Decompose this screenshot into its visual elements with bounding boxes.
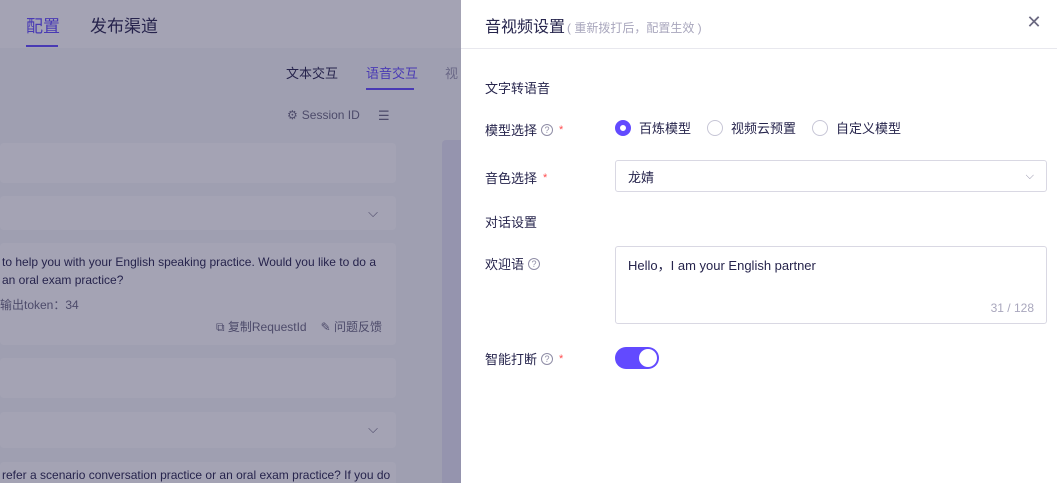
welcome-label: 欢迎语 ? xyxy=(485,254,541,273)
radio-label: 自定义模型 xyxy=(836,121,902,136)
close-icon[interactable]: ✕ xyxy=(1025,13,1043,31)
char-counter: 31 / 128 xyxy=(990,301,1034,315)
voice-select-label-text: 音色选择 xyxy=(485,171,538,186)
drawer-title-text: 音视频设置 xyxy=(485,19,566,36)
required-mark: * xyxy=(559,352,564,365)
voice-select[interactable]: 龙婧 ⌵ xyxy=(615,160,1047,192)
chevron-down-icon: ⌵ xyxy=(1025,169,1034,182)
radio-custom-model[interactable]: 自定义模型 xyxy=(812,118,901,137)
radio-label: 百炼模型 xyxy=(639,121,692,136)
dialog-section-title: 对话设置 xyxy=(485,215,538,230)
radio-video-cloud-preset[interactable]: 视频云预置 xyxy=(707,118,796,137)
help-icon[interactable]: ? xyxy=(541,352,554,365)
radio-checked-icon xyxy=(615,119,631,136)
help-icon[interactable]: ? xyxy=(541,123,554,136)
required-mark: * xyxy=(559,123,564,136)
tts-section-title: 文字转语音 xyxy=(485,81,551,96)
model-select-label-text: 模型选择 xyxy=(485,123,538,138)
smart-interrupt-toggle[interactable] xyxy=(615,347,659,369)
welcome-text-value: Hello，I am your English partner xyxy=(628,258,816,273)
help-icon[interactable]: ? xyxy=(528,257,541,270)
welcome-label-text: 欢迎语 xyxy=(485,257,525,272)
av-settings-drawer: 音视频设置( 重新拨打后，配置生效 ) ✕ 文字转语音 模型选择 ? * 百炼模… xyxy=(461,0,1057,483)
radio-unchecked-icon xyxy=(812,119,829,136)
radio-label: 视频云预置 xyxy=(731,121,797,136)
model-select-label: 模型选择 ? * xyxy=(485,120,563,139)
welcome-textarea[interactable]: Hello，I am your English partner 31 / 128 xyxy=(615,246,1047,324)
drawer-header: 音视频设置( 重新拨打后，配置生效 ) ✕ xyxy=(461,0,1057,49)
drawer-subtitle: ( 重新拨打后，配置生效 ) xyxy=(567,21,702,35)
toggle-knob xyxy=(639,349,657,367)
voice-select-label: 音色选择 * xyxy=(485,168,547,187)
smart-interrupt-label-text: 智能打断 xyxy=(485,352,538,367)
radio-bailian-model[interactable]: 百炼模型 xyxy=(615,118,691,137)
drawer-title: 音视频设置( 重新拨打后，配置生效 ) xyxy=(485,13,702,37)
model-radio-group: 百炼模型 视频云预置 自定义模型 xyxy=(615,118,901,137)
required-mark: * xyxy=(543,171,548,184)
voice-select-value: 龙婧 xyxy=(628,169,655,185)
smart-interrupt-label: 智能打断 ? * xyxy=(485,349,563,368)
radio-unchecked-icon xyxy=(707,119,724,136)
